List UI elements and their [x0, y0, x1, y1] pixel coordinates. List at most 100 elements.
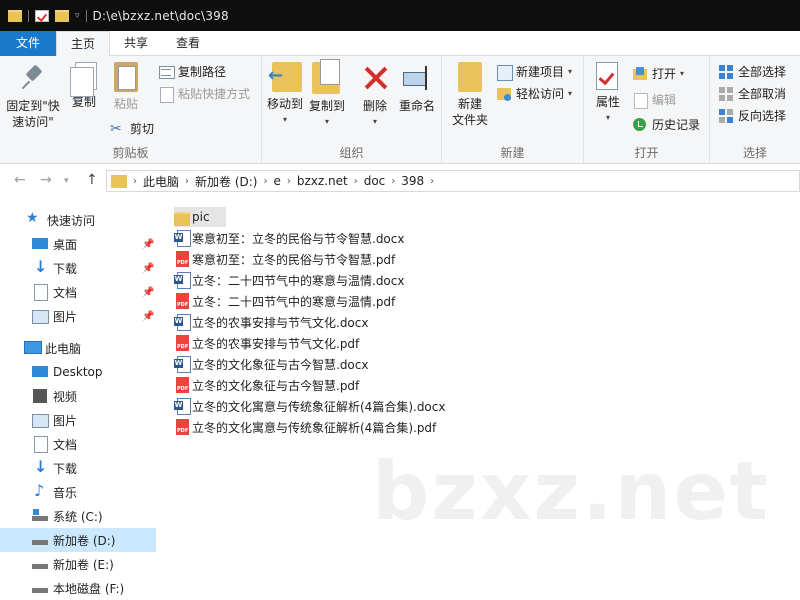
list-item[interactable]: 立冬的文化象征与古今智慧.pdf [174, 375, 359, 395]
sidebar-item-label: Desktop [53, 365, 103, 379]
edit-button[interactable]: 编辑 [632, 90, 676, 110]
tab-view[interactable]: 查看 [162, 31, 214, 56]
forward-arrow-icon[interactable]: → [40, 172, 52, 188]
properties-icon[interactable] [35, 9, 49, 22]
chevron-right-icon[interactable]: › [287, 176, 291, 187]
cut-label: 剪切 [130, 122, 155, 136]
document-icon [32, 436, 48, 453]
list-item[interactable]: 立冬的农事安排与节气文化.docx [174, 312, 368, 332]
sidebar-item-drive-f[interactable]: 本地磁盘 (F:) [0, 576, 156, 600]
rename-button[interactable]: 重命名 [396, 62, 438, 114]
sidebar-item-music[interactable]: 音乐 [0, 480, 156, 504]
chevron-right-icon[interactable]: › [430, 176, 434, 187]
sidebar-item-documents[interactable]: 文档 📌 [0, 280, 156, 304]
chevron-right-icon[interactable]: › [263, 176, 267, 187]
sidebar-item-quick-access[interactable]: 快速访问 [0, 208, 156, 232]
copy-to-button[interactable]: 复制到 ▾ [306, 59, 348, 130]
download-icon [32, 257, 48, 276]
list-item[interactable]: 立冬：二十四节气中的寒意与温情.docx [174, 270, 404, 290]
chevron-right-icon[interactable]: › [185, 176, 189, 187]
breadcrumb[interactable]: 此电脑 [143, 173, 179, 190]
open-icon [632, 66, 648, 82]
pin-icon: 📌 [142, 286, 155, 298]
history-button[interactable]: 历史记录 [632, 115, 700, 135]
tab-file[interactable]: 文件 [0, 31, 56, 56]
computer-icon [24, 340, 42, 356]
open-button[interactable]: 打开 ▾ [632, 64, 684, 84]
sidebar-item-label: 文档 [53, 437, 78, 452]
properties-button[interactable]: 属性 ▾ [590, 62, 626, 126]
list-item[interactable]: 立冬的文化寓意与传统象征解析(4篇合集).pdf [174, 417, 436, 437]
sidebar-item-drive-e[interactable]: 新加卷 (E:) [0, 552, 156, 576]
chevron-down-icon: ▾ [680, 69, 685, 78]
chevron-down-icon[interactable]: ▿ [75, 11, 80, 21]
paste-shortcut-button[interactable]: 粘贴快捷方式 [158, 84, 250, 104]
sidebar-item-pictures-pc[interactable]: 图片 [0, 408, 156, 432]
window-title: D:\e\bzxz.net\doc\398 [92, 8, 229, 23]
recent-locations-chevron-icon[interactable]: ▾ [64, 176, 69, 186]
chevron-right-icon[interactable]: › [133, 176, 137, 187]
back-arrow-icon[interactable]: ← [14, 172, 26, 188]
easy-access-icon [496, 86, 512, 102]
folder-icon[interactable] [8, 9, 22, 22]
organize-group: 移动到 ▾ 复制到 ▾ 删除 ▾ 重命名 组织 [262, 56, 442, 164]
breadcrumb[interactable]: 398 [401, 174, 424, 188]
select-all-label: 全部选择 [738, 65, 787, 79]
breadcrumb[interactable]: bzxz.net [297, 174, 348, 188]
move-to-button[interactable]: 移动到 ▾ [264, 62, 306, 128]
sidebar-item-drive-d[interactable]: 新加卷 (D:) [0, 528, 156, 552]
select-none-button[interactable]: 全部取消 [718, 84, 786, 104]
tab-share[interactable]: 共享 [110, 31, 162, 56]
pin-to-quick-access-button[interactable]: 固定到"快 速访问" [4, 62, 62, 130]
invert-selection-button[interactable]: 反向选择 [718, 106, 786, 126]
paste-button[interactable]: 粘贴 [108, 62, 144, 112]
list-item[interactable]: 立冬的文化象征与古今智慧.docx [174, 354, 368, 374]
list-item[interactable]: 寒意初至：立冬的民俗与节令智慧.pdf [174, 249, 395, 269]
list-item[interactable]: pic [174, 207, 226, 227]
copy-path-label: 复制路径 [178, 65, 227, 79]
chevron-right-icon[interactable]: › [391, 176, 395, 187]
sidebar-item-documents-pc[interactable]: 文档 [0, 432, 156, 456]
list-item[interactable]: 立冬的文化寓意与传统象征解析(4篇合集).docx [174, 396, 445, 416]
sidebar-item-downloads-pc[interactable]: 下载 [0, 456, 156, 480]
rename-icon [401, 62, 433, 94]
sidebar-item-pictures[interactable]: 图片 📌 [0, 304, 156, 328]
copy-path-button[interactable]: 复制路径 [158, 62, 226, 82]
copy-path-icon [158, 64, 175, 80]
tab-home[interactable]: 主页 [56, 31, 111, 57]
sidebar-item-downloads[interactable]: 下载 📌 [0, 256, 156, 280]
sidebar-item-drive-c[interactable]: 系统 (C:) [0, 504, 156, 528]
new-folder-button[interactable]: 新建 文件夹 [450, 62, 490, 128]
history-icon [632, 117, 648, 133]
chevron-right-icon[interactable]: › [354, 176, 358, 187]
list-item[interactable]: 立冬的农事安排与节气文化.pdf [174, 333, 359, 353]
select-all-button[interactable]: 全部选择 [718, 62, 786, 82]
breadcrumb[interactable]: e [273, 174, 280, 188]
paste-label: 粘贴 [113, 97, 138, 111]
delete-label: 删除 [362, 99, 387, 113]
new-folder-label-1: 新建 [457, 97, 482, 111]
select-all-icon [718, 64, 734, 80]
sidebar-item-videos[interactable]: 视频 [0, 384, 156, 408]
sidebar-item-desktop-pc[interactable]: Desktop [0, 360, 156, 384]
list-item[interactable]: 立冬：二十四节气中的寒意与温情.pdf [174, 291, 395, 311]
delete-icon [359, 62, 391, 94]
copy-button[interactable]: 复制 [66, 62, 102, 110]
sidebar-item-desktop[interactable]: 桌面 📌 [0, 232, 156, 256]
address-bar[interactable]: › 此电脑 › 新加卷 (D:) › e › bzxz.net › doc › … [106, 170, 800, 192]
delete-button[interactable]: 删除 ▾ [358, 62, 392, 130]
easy-access-button[interactable]: 轻松访问 ▾ [496, 84, 572, 104]
new-folder-icon[interactable] [55, 9, 69, 22]
breadcrumb[interactable]: 新加卷 (D:) [195, 173, 257, 190]
up-arrow-icon[interactable]: ↑ [86, 172, 98, 188]
pdf-icon [174, 293, 190, 309]
move-to-icon [268, 62, 302, 92]
breadcrumb[interactable]: doc [364, 174, 386, 188]
sidebar-item-label: 新加卷 (D:) [53, 533, 116, 548]
clipboard-group: 固定到"快 速访问" 复制 粘贴 复制路径 粘贴快捷方式 剪切 剪贴板 [0, 56, 262, 164]
new-item-button[interactable]: 新建项目 ▾ [496, 62, 572, 82]
list-item[interactable]: 寒意初至：立冬的民俗与节令智慧.docx [174, 228, 404, 248]
star-icon [26, 210, 42, 228]
cut-button[interactable]: 剪切 [110, 119, 154, 139]
sidebar-item-this-pc[interactable]: 此电脑 [0, 336, 156, 360]
